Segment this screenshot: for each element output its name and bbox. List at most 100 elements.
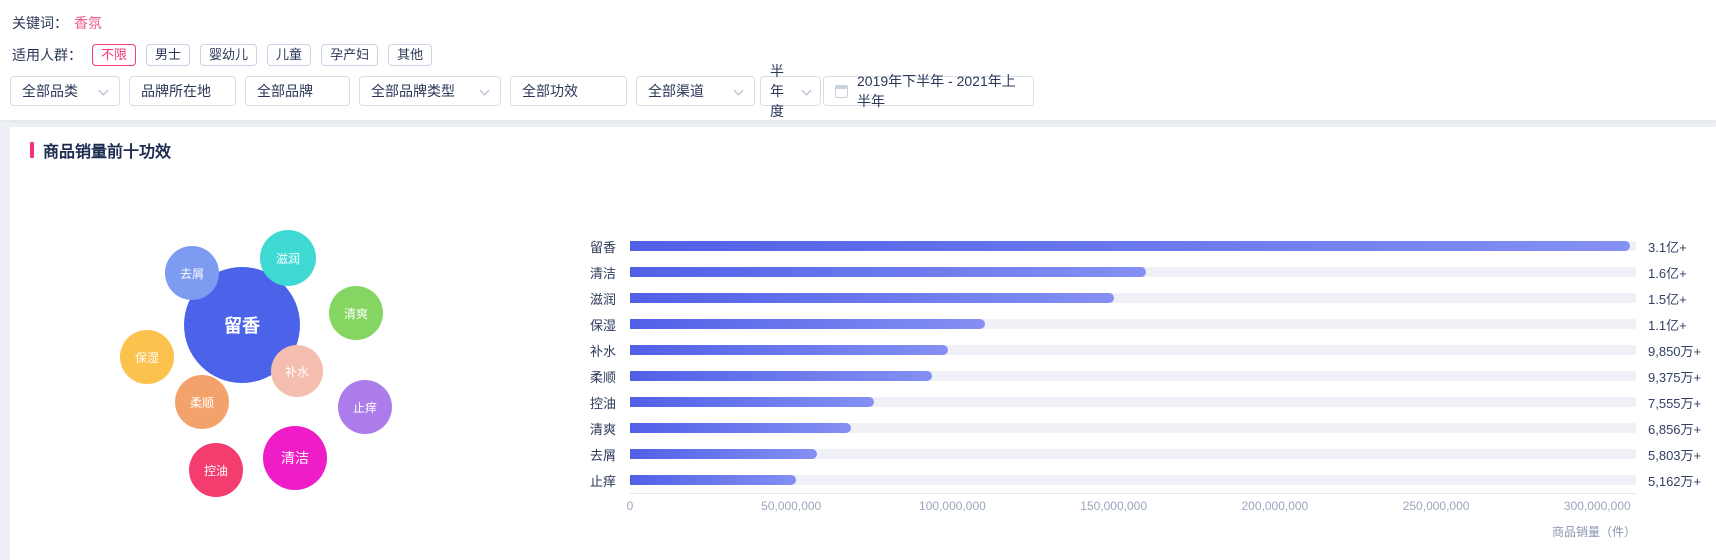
keyword-value: 香氛 <box>74 13 102 33</box>
bar[interactable] <box>630 371 932 381</box>
bar-category-label: 柔顺 <box>582 367 616 386</box>
period-label: 半年度 <box>770 61 796 121</box>
x-axis-tick-label: 50,000,000 <box>761 499 821 513</box>
bar-category-label: 滋润 <box>582 289 616 308</box>
bubble[interactable]: 滋润 <box>260 230 316 286</box>
crowd-option[interactable]: 其他 <box>388 44 432 66</box>
x-axis-tick-label: 100,000,000 <box>919 499 986 513</box>
bar[interactable] <box>630 293 1114 303</box>
period-granularity-select[interactable]: 半年度 <box>760 76 821 106</box>
bar-row: 去屑 5,803万+ <box>582 441 1714 467</box>
crowd-options: 不限男士婴幼儿儿童孕产妇其他 <box>92 44 432 66</box>
bar-value-label: 5,162万+ <box>1648 471 1701 490</box>
bar-track <box>630 423 1636 433</box>
bubble[interactable]: 控油 <box>189 443 243 497</box>
effect-filter[interactable]: 全部功效 <box>510 76 627 106</box>
bubble-chart: 留香去屑滋润清爽保湿补水柔顺止痒控油清洁 <box>10 127 440 547</box>
bar-track <box>630 241 1636 251</box>
bar-row: 保湿 1.1亿+ <box>582 311 1714 337</box>
chevron-down-icon <box>480 87 489 96</box>
bar-row: 滋润 1.5亿+ <box>582 285 1714 311</box>
bar-row: 补水9,850万+ <box>582 337 1714 363</box>
sales-top10-card: 商品销量前十功效 留香去屑滋润清爽保湿补水柔顺止痒控油清洁 留香3.1亿+清洁1… <box>10 127 1716 560</box>
bar-category-label: 控油 <box>582 393 616 412</box>
crowd-row: 适用人群： 不限男士婴幼儿儿童孕产妇其他 <box>12 44 1716 66</box>
bar-row: 止痒 5,162万+ <box>582 467 1714 493</box>
bar-value-label: 1.6亿+ <box>1648 263 1687 282</box>
filter-label: 全部品牌 <box>257 81 313 101</box>
date-range-value: 2019年下半年 - 2021年上半年 <box>857 71 1022 111</box>
x-axis-tick-label: 250,000,000 <box>1403 499 1470 513</box>
bubble[interactable]: 补水 <box>271 345 323 397</box>
bubble[interactable]: 止痒 <box>338 380 392 434</box>
bar-track <box>630 371 1636 381</box>
bar[interactable] <box>630 423 851 433</box>
bar[interactable] <box>630 241 1630 251</box>
bar-rows: 留香 3.1亿+ 清洁1.6亿+ 滋润 1.5亿+ 保湿 1.1亿+ 补水9,850万+ 柔顺 9… <box>582 233 1714 493</box>
bar-category-label: 止痒 <box>582 471 616 490</box>
bubble[interactable]: 清洁 <box>263 426 327 490</box>
filter-boxes: 全部品类 品牌所在地 全部品牌 全部品牌类型 全部功效 全部渠道 <box>10 76 755 106</box>
crowd-option[interactable]: 不限 <box>92 44 136 66</box>
x-axis-tick-label: 0 <box>627 499 634 513</box>
bubble[interactable]: 保湿 <box>120 330 174 384</box>
brand-filter[interactable]: 全部品牌 <box>245 76 350 106</box>
x-axis-tick-label: 150,000,000 <box>1080 499 1147 513</box>
bar[interactable] <box>630 319 985 329</box>
keyword-label: 关键词： <box>12 13 68 33</box>
bar-track <box>630 293 1636 303</box>
filter-label: 全部渠道 <box>648 81 704 101</box>
bar-value-label: 3.1亿+ <box>1648 237 1687 256</box>
bar-value-label: 6,856万+ <box>1648 419 1701 438</box>
filter-label: 全部功效 <box>522 81 578 101</box>
bar[interactable] <box>630 449 817 459</box>
bar-row: 柔顺 9,375万+ <box>582 363 1714 389</box>
period-group: 半年度 2019年下半年 - 2021年上半年 <box>760 76 1034 106</box>
brand-location-filter[interactable]: 品牌所在地 <box>129 76 236 106</box>
bar[interactable] <box>630 397 874 407</box>
bubble[interactable]: 清爽 <box>329 286 383 340</box>
date-range-picker[interactable]: 2019年下半年 - 2021年上半年 <box>823 76 1034 106</box>
crowd-option[interactable]: 婴幼儿 <box>200 44 257 66</box>
bar-value-label: 5,803万+ <box>1648 445 1701 464</box>
crowd-option[interactable]: 儿童 <box>267 44 311 66</box>
bar[interactable] <box>630 267 1146 277</box>
keyword-row: 关键词： 香氛 <box>12 13 1716 33</box>
chevron-down-icon <box>802 87 811 96</box>
bar[interactable] <box>630 345 948 355</box>
chevron-down-icon <box>99 87 108 96</box>
bar-track <box>630 267 1636 277</box>
bar-category-label: 保湿 <box>582 315 616 334</box>
x-axis-title: 商品销量（件） <box>582 523 1636 540</box>
bar-row: 清洁1.6亿+ <box>582 259 1714 285</box>
bar-row: 控油 7,555万+ <box>582 389 1714 415</box>
bar-value-label: 9,375万+ <box>1648 367 1701 386</box>
bar[interactable] <box>630 475 796 485</box>
bar-track <box>630 319 1636 329</box>
bubble[interactable]: 柔顺 <box>175 375 229 429</box>
channel-filter[interactable]: 全部渠道 <box>636 76 755 106</box>
crowd-option[interactable]: 孕产妇 <box>321 44 378 66</box>
chevron-down-icon <box>734 87 743 96</box>
bar-value-label: 7,555万+ <box>1648 393 1701 412</box>
category-filter[interactable]: 全部品类 <box>10 76 120 106</box>
bar-value-label: 1.1亿+ <box>1648 315 1687 334</box>
brand-type-filter[interactable]: 全部品牌类型 <box>359 76 501 106</box>
bar-row: 留香 3.1亿+ <box>582 233 1714 259</box>
bar-category-label: 补水 <box>582 341 616 360</box>
filter-label: 全部品牌类型 <box>371 81 455 101</box>
bar-track <box>630 345 1636 355</box>
bar-track <box>630 475 1636 485</box>
bar-chart: 留香 3.1亿+ 清洁1.6亿+ 滋润 1.5亿+ 保湿 1.1亿+ 补水9,850万+ 柔顺 9… <box>582 233 1714 540</box>
filter-label: 品牌所在地 <box>141 81 211 101</box>
bar-track <box>630 397 1636 407</box>
crowd-option[interactable]: 男士 <box>146 44 190 66</box>
bar-category-label: 去屑 <box>582 445 616 464</box>
x-axis-ticks: 050,000,000100,000,000150,000,000200,000… <box>630 494 1636 510</box>
bar-value-label: 1.5亿+ <box>1648 289 1687 308</box>
bar-category-label: 清爽 <box>582 419 616 438</box>
bar-category-label: 留香 <box>582 237 616 256</box>
bubble[interactable]: 去屑 <box>165 246 219 300</box>
bar-row: 清爽 6,856万+ <box>582 415 1714 441</box>
crowd-label: 适用人群： <box>12 45 82 65</box>
